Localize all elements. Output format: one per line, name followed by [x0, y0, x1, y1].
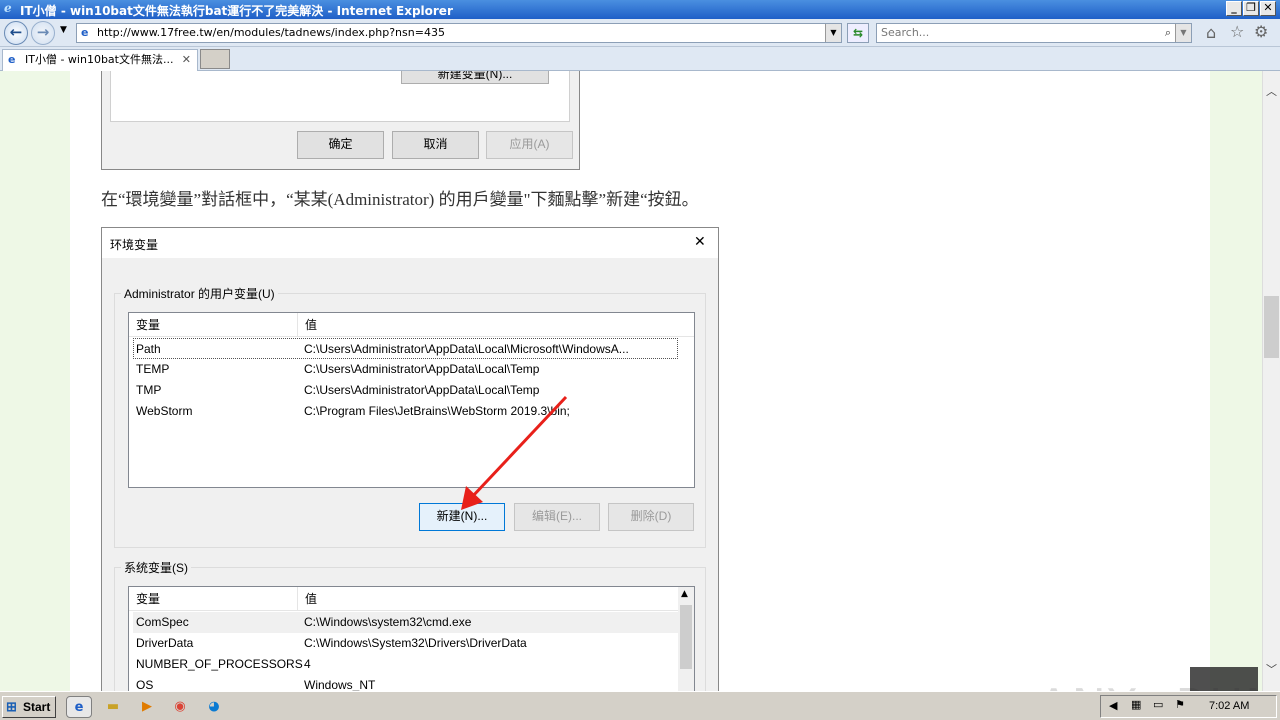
chrome-icon[interactable]: ◉: [169, 696, 191, 718]
close-window-button[interactable]: ✕: [1260, 1, 1276, 16]
home-icon[interactable]: ⌂: [1206, 23, 1216, 42]
monitor-icon[interactable]: ▭: [1153, 698, 1163, 711]
tab-label: IT小僧 - win10bat文件無法...: [25, 53, 174, 66]
edge-icon[interactable]: ◕: [203, 696, 225, 718]
compatibility-view-button[interactable]: ⇆: [847, 23, 869, 43]
window-titlebar: e IT小僧 - win10bat文件無法執行bat運行不了完美解決 - Int…: [0, 0, 1280, 19]
tab-active[interactable]: e IT小僧 - win10bat文件無法... ✕: [2, 49, 198, 71]
network-icon[interactable]: ▦: [1131, 698, 1141, 711]
tools-gear-icon[interactable]: ⚙: [1254, 22, 1268, 41]
ie-logo-icon: e: [4, 1, 12, 15]
minimize-button[interactable]: _: [1226, 1, 1242, 16]
new-tab-button[interactable]: [200, 49, 230, 69]
scroll-down-arrow-icon[interactable]: ﹀: [1263, 661, 1280, 678]
tab-favicon-icon: e: [8, 53, 16, 66]
address-bar[interactable]: e http://www.17free.tw/en/modules/tadnew…: [76, 23, 842, 43]
taskbar: ⊞ Start e ▬ ▶ ◉ ◕ ◀ ▦ ▭ ⚑ 7:02 AM: [0, 691, 1280, 720]
explorer-folder-icon[interactable]: ▬: [102, 696, 124, 718]
flag-icon[interactable]: ⚑: [1175, 698, 1185, 711]
address-dropdown-icon[interactable]: ▼: [825, 24, 841, 42]
clock[interactable]: 7:02 AM: [1209, 700, 1249, 712]
page-scrollbar[interactable]: ︿ ﹀: [1262, 71, 1280, 691]
search-dropdown-icon[interactable]: ▼: [1175, 24, 1191, 42]
page-content: 新建变量(N)... 确定 取消 应用(A) 在“環境變量”對話框中，“某某(A…: [0, 71, 1262, 691]
search-icon[interactable]: ⌕: [1165, 24, 1171, 42]
home-shortcut-button[interactable]: 首頁: [1190, 667, 1258, 691]
back-button[interactable]: ←: [4, 21, 28, 45]
navigation-bar: ← → ▼ e http://www.17free.tw/en/modules/…: [0, 19, 1280, 47]
window-title: IT小僧 - win10bat文件無法執行bat運行不了完美解決 - Inter…: [20, 4, 453, 18]
arrow-shaft: [470, 395, 568, 499]
start-label: Start: [23, 700, 51, 714]
history-dropdown-icon[interactable]: ▼: [60, 25, 67, 35]
annotation-arrow: [461, 395, 568, 510]
search-placeholder: Search...: [881, 26, 930, 39]
system-tray: ◀ ▦ ▭ ⚑ 7:02 AM: [1100, 695, 1277, 718]
speaker-icon[interactable]: ◀: [1109, 699, 1117, 712]
search-input[interactable]: Search... ⌕ ▼: [876, 23, 1192, 43]
address-text: http://www.17free.tw/en/modules/tadnews/…: [97, 26, 445, 39]
ie-taskbar-icon[interactable]: e: [66, 696, 92, 718]
scroll-up-arrow-icon[interactable]: ︿: [1263, 83, 1280, 100]
tab-bar: e IT小僧 - win10bat文件無法... ✕: [0, 47, 1280, 71]
page-icon: e: [81, 26, 89, 39]
start-button[interactable]: ⊞ Start: [2, 696, 56, 718]
favorites-icon[interactable]: ☆: [1230, 22, 1244, 41]
restore-button[interactable]: ❐: [1243, 1, 1259, 16]
windows-logo-icon: ⊞: [6, 699, 17, 714]
forward-button[interactable]: →: [31, 21, 55, 45]
tab-close-icon[interactable]: ✕: [182, 50, 191, 70]
page-scroll-thumb[interactable]: [1264, 296, 1279, 358]
media-player-icon[interactable]: ▶: [136, 696, 158, 718]
